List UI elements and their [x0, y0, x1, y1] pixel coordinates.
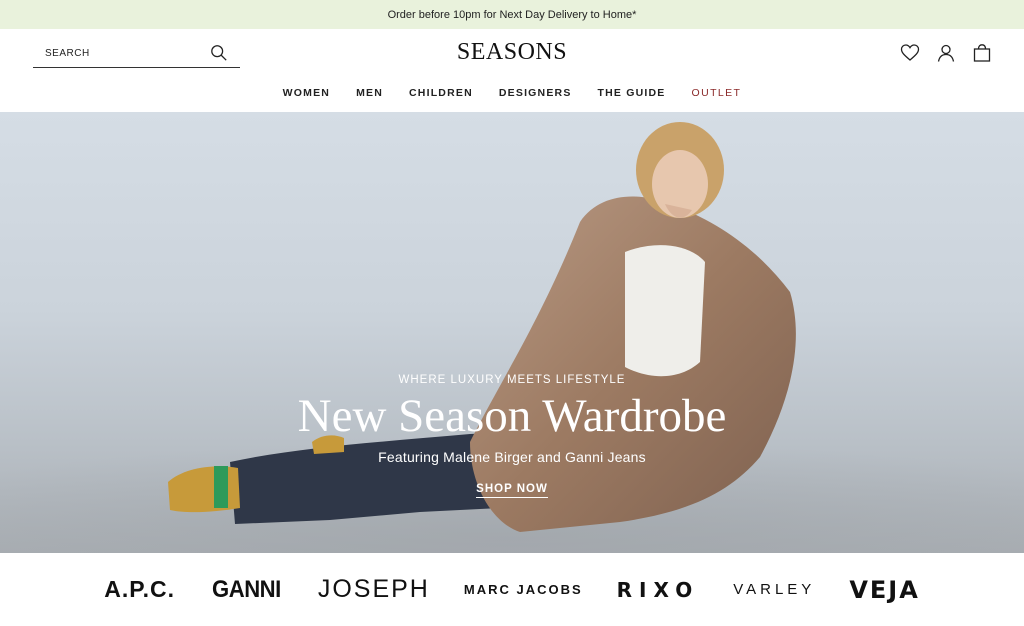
nav-item-designers[interactable]: DESIGNERS — [499, 87, 572, 99]
nav-item-children[interactable]: CHILDREN — [409, 87, 473, 99]
user-icon[interactable] — [936, 43, 956, 63]
nav-item-men[interactable]: MEN — [356, 87, 383, 99]
heart-icon[interactable] — [900, 43, 920, 63]
brand-logo-joseph[interactable]: JOSEPH — [318, 575, 430, 604]
brand-strip: A.P.C. GANNI JOSEPH MARC JACOBS RIXO VAR… — [0, 553, 1024, 626]
brand-logo-rixo[interactable]: RIXO — [617, 578, 700, 602]
site-header: SEARCH SEASONS WOMEN MEN CHILDREN DESIGN… — [0, 29, 1024, 112]
nav-item-outlet[interactable]: OUTLET — [692, 87, 742, 99]
brand-logo-ganni[interactable]: GANNI — [212, 576, 281, 604]
brand-logo-marc-jacobs[interactable]: MARC JACOBS — [464, 582, 583, 597]
shop-now-link[interactable]: SHOP NOW — [476, 483, 548, 499]
hero-subtitle: Featuring Malene Birger and Ganni Jeans — [378, 449, 646, 466]
nav-item-women[interactable]: WOMEN — [283, 87, 330, 99]
hero-banner[interactable]: WHERE LUXURY MEETS LIFESTYLE New Season … — [0, 112, 1024, 553]
brand-logo-veja[interactable]: VEJA — [849, 576, 919, 604]
brand-logo-apc[interactable]: A.P.C. — [104, 576, 175, 603]
main-nav: WOMEN MEN CHILDREN DESIGNERS THE GUIDE O… — [0, 87, 1024, 99]
brand-logo-varley[interactable]: VARLEY — [733, 581, 815, 598]
hero-title: New Season Wardrobe — [297, 390, 727, 442]
nav-item-the-guide[interactable]: THE GUIDE — [598, 87, 666, 99]
hero-eyebrow: WHERE LUXURY MEETS LIFESTYLE — [398, 374, 626, 386]
hero-text-block: WHERE LUXURY MEETS LIFESTYLE New Season … — [0, 374, 1024, 499]
shopping-bag-icon[interactable] — [972, 43, 992, 63]
promo-text: Order before 10pm for Next Day Delivery … — [387, 8, 637, 21]
site-logo[interactable]: SEASONS — [0, 39, 1024, 66]
promo-banner: Order before 10pm for Next Day Delivery … — [0, 0, 1024, 29]
header-actions — [900, 43, 992, 63]
